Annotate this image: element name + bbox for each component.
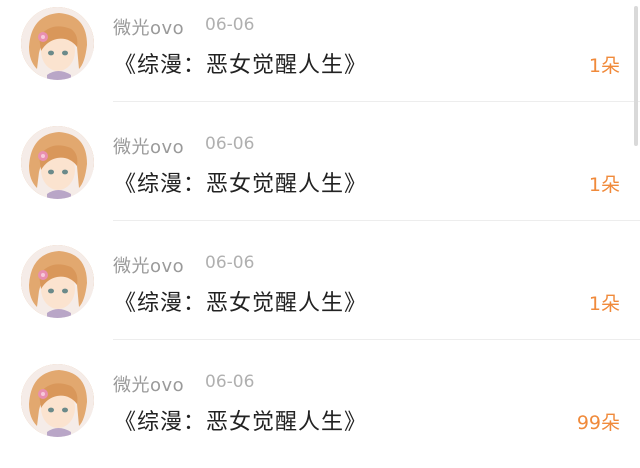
- flower-count: 1朵: [588, 293, 620, 315]
- username[interactable]: 微光ovo: [113, 14, 184, 40]
- avatar[interactable]: [21, 364, 94, 437]
- username[interactable]: 微光ovo: [113, 371, 184, 397]
- list-item[interactable]: 微光ovo 06-06 《综漫：恶女觉醒人生》 1朵: [0, 221, 640, 340]
- date: 06-06: [205, 134, 255, 154]
- avatar[interactable]: [21, 126, 94, 199]
- list-item[interactable]: 微光ovo 06-06 《综漫：恶女觉醒人生》 99朵: [0, 340, 640, 459]
- username[interactable]: 微光ovo: [113, 133, 184, 159]
- anime-avatar-icon: [21, 7, 94, 80]
- list-item[interactable]: 微光ovo 06-06 《综漫：恶女觉醒人生》 1朵: [0, 0, 640, 102]
- book-title[interactable]: 《综漫：恶女觉醒人生》: [114, 285, 367, 317]
- username[interactable]: 微光ovo: [113, 252, 184, 278]
- anime-avatar-icon: [21, 126, 94, 199]
- date: 06-06: [205, 15, 255, 35]
- anime-avatar-icon: [21, 245, 94, 318]
- book-title[interactable]: 《综漫：恶女觉醒人生》: [114, 47, 367, 79]
- avatar[interactable]: [21, 245, 94, 318]
- date: 06-06: [205, 253, 255, 273]
- flower-count: 99朵: [576, 412, 620, 434]
- flower-count: 1朵: [588, 55, 620, 77]
- list-item[interactable]: 微光ovo 06-06 《综漫：恶女觉醒人生》 1朵: [0, 102, 640, 221]
- book-title[interactable]: 《综漫：恶女觉醒人生》: [114, 166, 367, 198]
- flower-count: 1朵: [588, 174, 620, 196]
- avatar[interactable]: [21, 7, 94, 80]
- gift-list: 微光ovo 06-06 《综漫：恶女觉醒人生》 1朵 微光ovo 06-06 《…: [0, 0, 640, 468]
- scrollbar[interactable]: [634, 6, 638, 146]
- date: 06-06: [205, 372, 255, 392]
- anime-avatar-icon: [21, 364, 94, 437]
- book-title[interactable]: 《综漫：恶女觉醒人生》: [114, 404, 367, 436]
